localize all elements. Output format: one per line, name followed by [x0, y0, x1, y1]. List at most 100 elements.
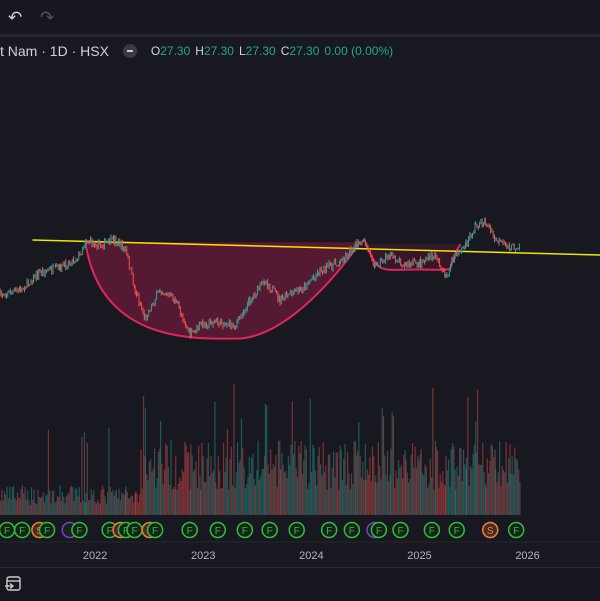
change-value: 0.00 (0.00%) [324, 44, 394, 58]
volume-bar [473, 444, 475, 515]
volume-bar [207, 443, 209, 515]
volume-bars [0, 383, 521, 515]
volume-bar [123, 494, 125, 515]
volume-bar [101, 485, 104, 515]
volume-bar [438, 487, 440, 515]
volume-bar [483, 472, 485, 515]
volume-bar [13, 486, 15, 515]
event-label: F [107, 526, 113, 537]
volume-bar [195, 461, 197, 515]
volume-bar [249, 473, 251, 515]
price-chart[interactable]: FFSFFFSFFSFFFFFFFFFFFFSF 202220232024202… [0, 0, 600, 600]
volume-bar [519, 481, 521, 515]
event-marker-F: F [181, 521, 198, 539]
volume-bar [293, 453, 295, 515]
open-value: O27.30 [150, 44, 191, 58]
volume-bar [161, 463, 163, 515]
volume-bar [198, 445, 200, 515]
volume-bar [112, 489, 114, 515]
volume-bar [424, 464, 426, 515]
volume-bar [242, 448, 244, 515]
volume-bar [368, 474, 370, 515]
volume-bar [25, 500, 27, 515]
volume-bar [299, 452, 301, 515]
volume-bar [376, 483, 378, 515]
event-marker-F: F [209, 521, 227, 539]
volume-bar [272, 463, 274, 515]
volume-bar [30, 486, 33, 515]
volume-bar [100, 490, 102, 515]
volume-bar [384, 455, 386, 515]
event-marker-F: F [370, 521, 388, 539]
event-marker-F: F [13, 521, 31, 539]
volume-bar [464, 464, 466, 515]
volume-bar [360, 477, 363, 515]
volume-bar [152, 468, 154, 515]
event-marker-F: F [288, 521, 305, 539]
close-value: C27.30 [280, 44, 320, 58]
volume-bar [252, 453, 254, 515]
pattern-annotations [32, 239, 600, 340]
volume-bar [15, 500, 17, 515]
symbol-title[interactable]: t Nam · 1D · HSX [0, 43, 109, 59]
event-marker-F: F [423, 521, 441, 539]
volume-bar [239, 459, 241, 515]
volume-bar [314, 470, 317, 515]
volume-bar [485, 487, 487, 515]
volume-bar [317, 455, 319, 515]
volume-bar [68, 493, 70, 515]
volume-bar [403, 454, 405, 515]
volume-bar [349, 489, 351, 515]
volume-bar [300, 441, 302, 515]
volume-bar [40, 497, 42, 515]
volume-bar [16, 492, 19, 515]
volume-bar [177, 484, 179, 515]
volume-bar [65, 496, 67, 515]
volume-bar [24, 487, 26, 515]
volume-bar [462, 449, 465, 515]
volume-bar [153, 448, 156, 515]
volume-bar [67, 493, 69, 515]
event-marker-F: F [320, 521, 338, 539]
event-label: F [4, 526, 10, 537]
volume-bar [295, 468, 297, 515]
volume-bar [18, 497, 20, 515]
volume-bar [333, 451, 335, 515]
volume-bar [165, 443, 167, 515]
volume-bar [95, 503, 98, 515]
volume-bar [410, 454, 412, 515]
volume-bar [501, 466, 503, 515]
volume-bar [156, 478, 158, 515]
volume-bar [244, 488, 246, 515]
volume-bar [59, 485, 61, 515]
volume-bar [321, 475, 323, 515]
symbol-legend: t Nam · 1D · HSX O27.30 H27.30 L27.30 C2… [0, 42, 398, 60]
volume-bar [88, 499, 90, 515]
undo-icon[interactable]: ↶ [8, 8, 22, 28]
event-label: F [513, 526, 519, 537]
volume-bar [192, 471, 195, 515]
volume-bar [86, 442, 88, 515]
volume-bar [180, 480, 182, 515]
volume-bar [169, 484, 171, 515]
volume-bar [19, 498, 21, 515]
event-label: S [487, 526, 494, 537]
volume-bar [85, 493, 87, 515]
volume-bar [411, 443, 414, 515]
hide-series-button[interactable] [122, 44, 137, 58]
volume-bar [105, 503, 107, 515]
calendar-goto-icon[interactable] [4, 574, 22, 592]
volume-bar [418, 460, 420, 515]
volume-bar [334, 477, 336, 515]
redo-icon[interactable]: ↷ [40, 8, 54, 28]
volume-bar [162, 484, 164, 515]
volume-bar [352, 484, 354, 515]
volume-bar [399, 468, 401, 515]
volume-bar [54, 502, 56, 515]
volume-bar [335, 452, 337, 515]
volume-bar [296, 477, 299, 515]
volume-bar [420, 448, 422, 515]
volume-bar [20, 488, 22, 515]
volume-bar [442, 470, 444, 515]
high-value: H27.30 [195, 44, 234, 58]
